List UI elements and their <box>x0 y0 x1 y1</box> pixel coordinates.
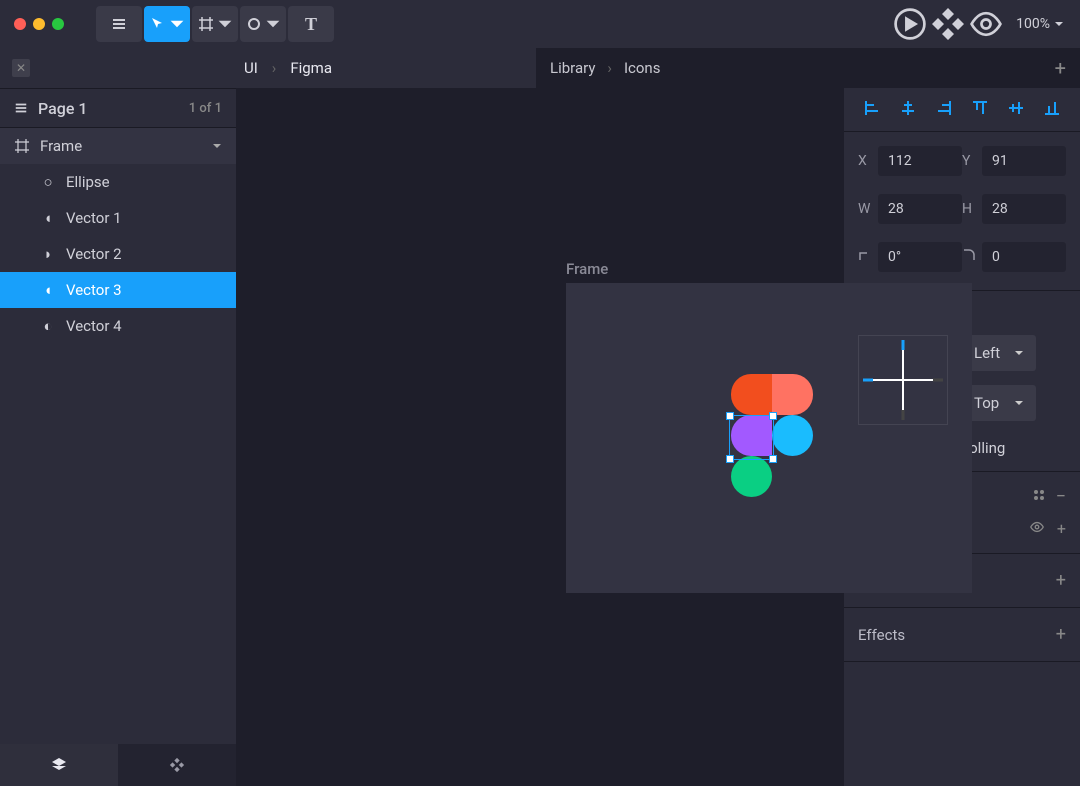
h-label: H <box>962 201 982 217</box>
align-right-icon[interactable] <box>935 99 953 121</box>
layer-label: Vector 3 <box>66 281 122 299</box>
transform-properties: X 112 Y 91 W 28 H 28 0° 0 <box>844 132 1080 291</box>
align-top-icon[interactable] <box>971 99 989 121</box>
resize-handle[interactable] <box>769 455 777 463</box>
icons-link[interactable]: Icons <box>624 59 661 77</box>
breadcrumb-file[interactable]: Figma <box>290 59 332 77</box>
resize-handle[interactable] <box>769 412 777 420</box>
layer-label: Frame <box>40 137 82 155</box>
radius-icon <box>962 248 982 266</box>
x-label: X <box>858 153 878 169</box>
constraint-widget[interactable] <box>858 335 948 425</box>
new-tab-icon[interactable]: + <box>1055 56 1066 80</box>
align-center-v-icon[interactable] <box>1007 99 1025 121</box>
resize-handle[interactable] <box>726 455 734 463</box>
zoom-level[interactable]: 100% <box>1016 16 1064 32</box>
radius-input[interactable]: 0 <box>982 242 1066 272</box>
layer-item[interactable]: ◗ Vector 2 <box>0 236 236 272</box>
page-selector[interactable]: Page 1 1 of 1 <box>0 88 236 128</box>
maximize-window-icon[interactable] <box>52 18 64 30</box>
tabs-row: ✕ UI › Figma Library › Icons + <box>0 48 1080 88</box>
add-fill-icon[interactable]: + <box>1057 519 1066 539</box>
visibility-icon[interactable] <box>1029 519 1045 539</box>
library-tab: Library › Icons + <box>536 48 1080 88</box>
frame-icon <box>14 139 30 153</box>
menu-tool[interactable] <box>96 6 142 42</box>
vector-2[interactable] <box>772 374 813 415</box>
breadcrumb-project[interactable]: UI <box>244 59 258 77</box>
close-tab-icon[interactable]: ✕ <box>12 59 30 77</box>
constraint-v-select[interactable]: Top <box>962 385 1036 421</box>
canvas[interactable]: Frame <box>236 88 844 786</box>
remove-fill-icon[interactable]: − <box>1056 486 1066 507</box>
align-tools <box>844 88 1080 132</box>
layer-item[interactable]: ◖ Vector 1 <box>0 200 236 236</box>
layer-item[interactable]: ◐ Vector 4 <box>0 308 236 344</box>
layers-tab[interactable] <box>0 744 118 786</box>
resize-handle[interactable] <box>726 412 734 420</box>
y-label: Y <box>962 153 982 169</box>
effects-title: Effects <box>858 626 905 644</box>
selection-outline <box>729 415 774 460</box>
chevron-right-icon: › <box>272 59 277 77</box>
rotation-icon <box>858 248 878 266</box>
align-center-h-icon[interactable] <box>899 99 917 121</box>
vector-4[interactable] <box>731 456 772 497</box>
breadcrumb: UI › Figma <box>40 59 536 77</box>
chevron-right-icon: › <box>607 59 612 77</box>
vector-icon: ◐ <box>40 317 56 335</box>
vector-icon: ◗ <box>40 245 56 263</box>
toolbar: T 100% <box>0 0 1080 48</box>
components-icon[interactable] <box>930 6 966 42</box>
vector-1[interactable] <box>731 374 772 415</box>
preview-icon[interactable] <box>968 6 1004 42</box>
layer-label: Ellipse <box>66 173 110 191</box>
frame-tool[interactable] <box>192 6 238 42</box>
align-left-icon[interactable] <box>863 99 881 121</box>
effects-section[interactable]: Effects + <box>844 608 1080 662</box>
assets-tab[interactable] <box>118 744 236 786</box>
vector-icon: ◖ <box>40 209 56 227</box>
layer-label: Vector 1 <box>66 209 122 227</box>
window-controls <box>14 18 64 30</box>
layer-item[interactable]: ○ Ellipse <box>0 164 236 200</box>
minimize-window-icon[interactable] <box>33 18 45 30</box>
layer-label: Vector 2 <box>66 245 122 263</box>
layer-frame[interactable]: Frame <box>0 128 236 164</box>
add-effect-icon[interactable]: + <box>1056 624 1066 645</box>
w-label: W <box>858 201 878 217</box>
constraint-h-select[interactable]: Left <box>962 335 1036 371</box>
library-link[interactable]: Library <box>550 59 595 77</box>
vector-icon: ○ <box>40 173 56 191</box>
file-tab[interactable]: ✕ UI › Figma <box>0 48 536 88</box>
y-input[interactable]: 91 <box>982 146 1066 176</box>
layers-panel: Page 1 1 of 1 Frame ○ Ellipse ◖ Vector 1 ◗ Ve… <box>0 88 236 786</box>
layer-item[interactable]: ◖ Vector 3 <box>0 272 236 308</box>
align-bottom-icon[interactable] <box>1043 99 1061 121</box>
page-title: Page 1 <box>38 99 87 118</box>
frame-label[interactable]: Frame <box>566 260 608 278</box>
text-tool[interactable]: T <box>288 6 334 42</box>
panel-footer <box>0 744 236 786</box>
close-window-icon[interactable] <box>14 18 26 30</box>
height-input[interactable]: 28 <box>982 194 1066 224</box>
x-input[interactable]: 112 <box>878 146 962 176</box>
move-tool[interactable] <box>144 6 190 42</box>
add-stroke-icon[interactable]: + <box>1056 570 1066 591</box>
page-count: 1 of 1 <box>189 101 222 116</box>
rotation-input[interactable]: 0° <box>878 242 962 272</box>
ellipse[interactable] <box>772 415 813 456</box>
width-input[interactable]: 28 <box>878 194 962 224</box>
play-icon[interactable] <box>892 6 928 42</box>
shape-tool[interactable] <box>240 6 286 42</box>
layer-label: Vector 4 <box>66 317 122 335</box>
chevron-down-icon <box>212 137 222 155</box>
style-icon[interactable] <box>1032 486 1046 507</box>
vector-icon: ◖ <box>40 281 56 299</box>
